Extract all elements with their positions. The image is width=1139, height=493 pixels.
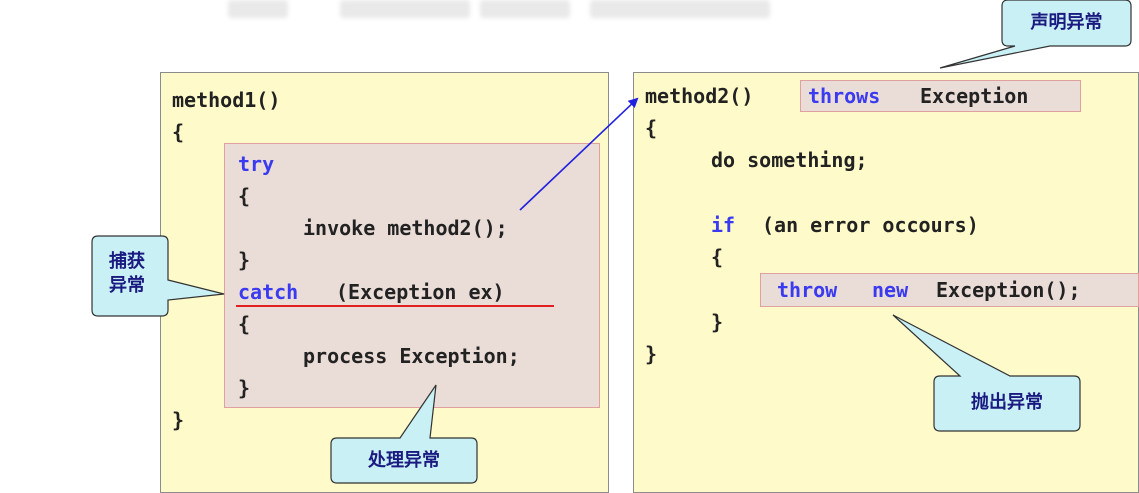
catch-callout-label-line2: 异常	[109, 275, 145, 296]
handle-callout-label: 处理异常	[368, 450, 440, 471]
callout-overlay	[91, 0, 1132, 484]
catch-callout-label-line1: 捕获	[109, 251, 145, 272]
throw-callout-label: 抛出异常	[971, 392, 1043, 413]
call-arrow	[519, 97, 639, 211]
declare-callout-label: 声明异常	[1030, 12, 1103, 33]
